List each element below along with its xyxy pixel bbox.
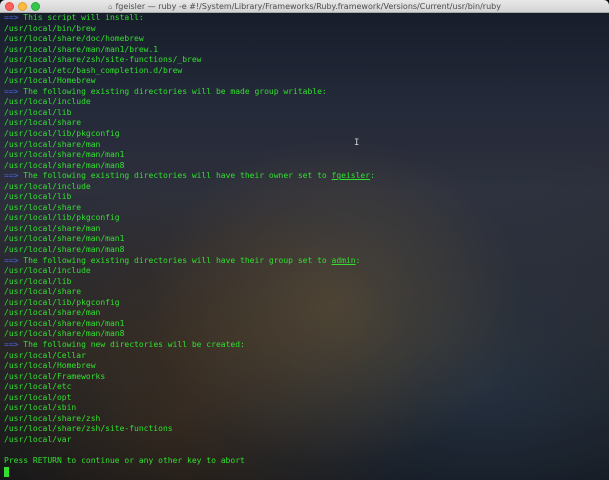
heading-suffix: : xyxy=(355,255,361,265)
path-line: /usr/local/Cellar xyxy=(4,350,86,360)
path-line: /usr/local/share/man xyxy=(4,139,101,149)
heading-highlight: admin xyxy=(331,255,356,265)
path-line: /usr/local/etc/bash_completion.d/brew xyxy=(4,65,183,75)
heading-suffix: : xyxy=(370,171,375,181)
path-line: /usr/local/share/man xyxy=(4,223,101,233)
heading-text: The following existing directories will … xyxy=(23,86,327,96)
path-line: /usr/local/share/man/man8 xyxy=(4,245,125,255)
terminal-window: ⌂ fgeisler — ruby -e #!/System/Library/Fr… xyxy=(0,0,609,480)
text-cursor-ibeam-icon: I xyxy=(354,138,360,148)
path-line: /usr/local/share/man/man8 xyxy=(4,329,125,339)
prompt-arrow: ==> xyxy=(4,171,19,181)
path-line: /usr/local/Homebrew xyxy=(4,76,96,86)
section-heading: ==> The following new directories will b… xyxy=(4,340,605,351)
path-line: /usr/local/include xyxy=(4,181,91,191)
path-line: /usr/local/share/zsh/site-functions xyxy=(4,424,173,434)
path-line: /usr/local/Frameworks xyxy=(4,371,106,381)
path-line: /usr/local/share xyxy=(4,202,82,212)
prompt-arrow: ==> xyxy=(4,13,19,22)
home-folder-icon: ⌂ xyxy=(108,3,113,11)
section-heading: ==> The following existing directories w… xyxy=(4,256,605,267)
terminal-output: ==> This script will install:/usr/local/… xyxy=(4,13,605,477)
path-line: /usr/local/include xyxy=(4,266,91,276)
heading-text: The following new directories will be cr… xyxy=(23,339,245,349)
section-heading: ==> The following existing directories w… xyxy=(4,87,605,98)
path-line: /usr/local/Homebrew xyxy=(4,361,96,371)
path-line: /usr/local/share/zsh xyxy=(4,413,101,423)
path-line: /usr/local/lib xyxy=(4,276,72,286)
section-heading: ==> The following existing directories w… xyxy=(4,171,605,182)
path-line: /usr/local/share/man/man8 xyxy=(4,160,125,170)
path-line: /usr/local/var xyxy=(4,434,72,444)
path-line: /usr/local/lib xyxy=(4,107,72,117)
path-line: /usr/local/share/man xyxy=(4,308,101,318)
path-line: /usr/local/opt xyxy=(4,392,72,402)
heading-text: The following existing directories will … xyxy=(23,255,332,265)
heading-highlight: fgeisler xyxy=(331,171,371,181)
title-bar[interactable]: ⌂ fgeisler — ruby -e #!/System/Library/Fr… xyxy=(0,0,609,13)
path-line: /usr/local/share/zsh/site-functions/_bre… xyxy=(4,55,202,65)
heading-text: The following existing directories will … xyxy=(23,171,332,181)
path-line: /usr/local/lib/pkgconfig xyxy=(4,213,120,223)
path-line: /usr/local/share/man/man1 xyxy=(4,234,125,244)
path-line: /usr/local/bin/brew xyxy=(4,23,96,33)
path-line: /usr/local/share/man/man1 xyxy=(4,318,125,328)
section-heading: ==> This script will install: xyxy=(4,13,605,24)
path-line: /usr/local/share/doc/homebrew xyxy=(4,34,144,44)
terminal-content[interactable]: ==> This script will install:/usr/local/… xyxy=(0,13,609,480)
continue-prompt: Press RETURN to continue or any other ke… xyxy=(4,455,245,465)
path-line: /usr/local/lib/pkgconfig xyxy=(4,129,120,139)
path-line: /usr/local/share/man/man1 xyxy=(4,150,125,160)
path-line: /usr/local/lib/pkgconfig xyxy=(4,297,120,307)
prompt-arrow: ==> xyxy=(4,86,19,96)
path-line: /usr/local/share/man/man1/brew.1 xyxy=(4,44,159,54)
window-title: ⌂ fgeisler — ruby -e #!/System/Library/Fr… xyxy=(0,0,609,13)
heading-text: This script will install: xyxy=(23,13,144,22)
path-line: /usr/local/lib xyxy=(4,192,72,202)
path-line: /usr/local/share xyxy=(4,118,82,128)
prompt-arrow: ==> xyxy=(4,339,19,349)
cursor-line[interactable] xyxy=(4,466,605,478)
block-cursor xyxy=(4,466,9,477)
window-title-text: fgeisler — ruby -e #!/System/Library/Fra… xyxy=(115,2,501,11)
path-line: /usr/local/sbin xyxy=(4,403,77,413)
path-line: /usr/local/share xyxy=(4,287,82,297)
prompt-arrow: ==> xyxy=(4,255,19,265)
path-line: /usr/local/include xyxy=(4,97,91,107)
path-line: /usr/local/etc xyxy=(4,382,72,392)
